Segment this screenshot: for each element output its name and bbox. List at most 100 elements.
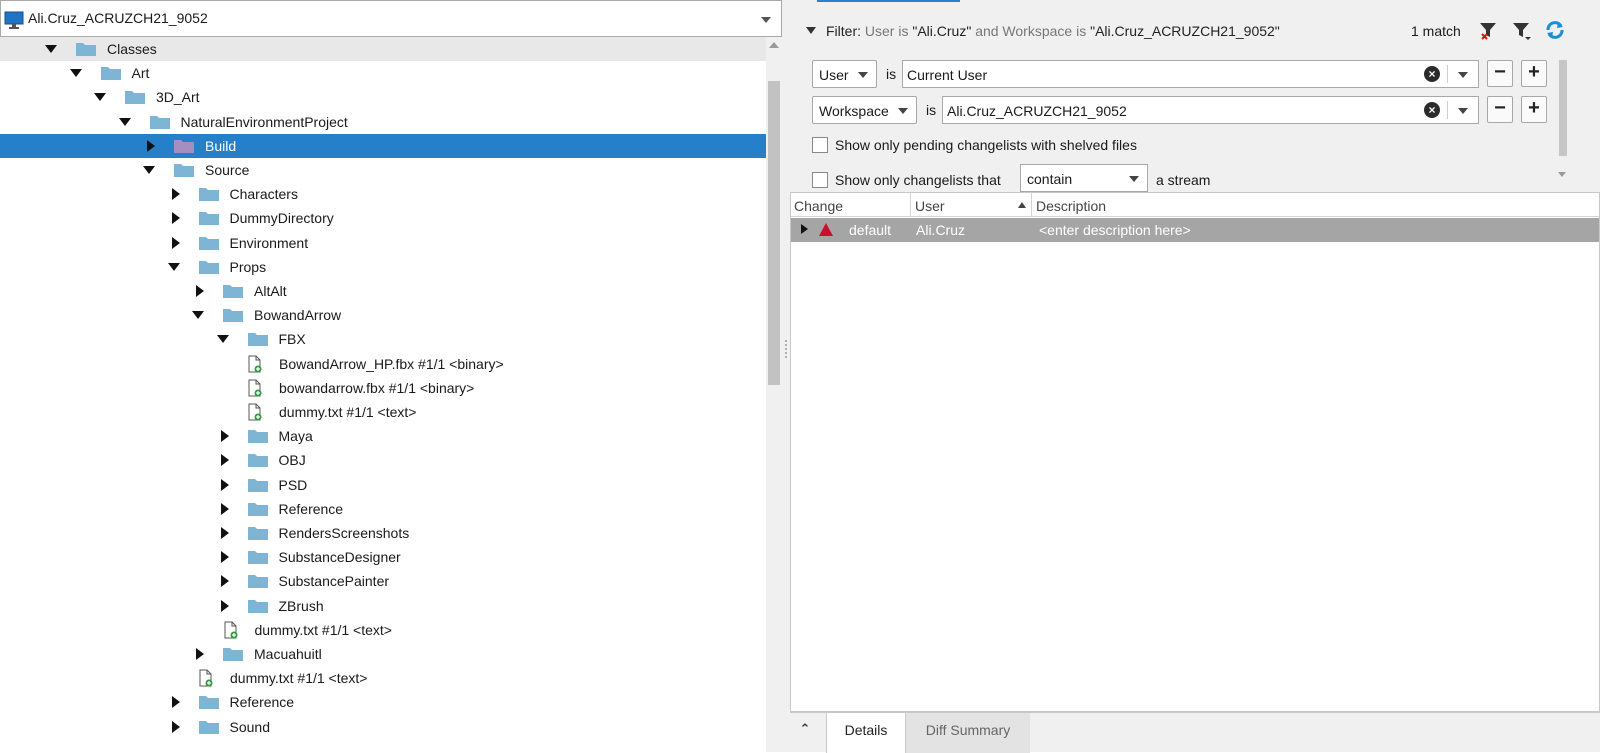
tree-file-row[interactable]: BowandArrow_HP.fbx #1/1 <binary> (0, 352, 766, 376)
collapsed-arrow-icon[interactable] (220, 430, 229, 443)
filter-scrollbar[interactable] (1558, 58, 1568, 182)
tree-folder-row[interactable]: Environment (0, 231, 766, 255)
tree-folder-row[interactable]: FBX (0, 327, 766, 351)
tree-folder-row[interactable]: Source (0, 158, 766, 182)
collapse-panel-icon[interactable]: ⌃ (795, 719, 815, 739)
collapsed-arrow-icon[interactable] (171, 236, 180, 249)
tree-folder-row[interactable]: Sound (0, 715, 766, 739)
expanded-arrow-icon[interactable] (167, 262, 180, 271)
panel-splitter[interactable] (782, 0, 790, 752)
column-divider[interactable] (1031, 193, 1032, 217)
expanded-arrow-icon[interactable] (143, 166, 155, 174)
collapsed-arrow-icon[interactable] (220, 527, 229, 539)
tree-folder-row[interactable]: ZBrush (0, 594, 766, 618)
stream-checkbox[interactable] (812, 172, 828, 188)
collapsed-arrow-icon[interactable] (147, 139, 155, 152)
tree-folder-row[interactable]: PSD (0, 473, 766, 497)
tree-scrollbar[interactable] (766, 37, 782, 752)
collapsed-arrow-icon[interactable] (171, 696, 180, 709)
expand-row-icon[interactable] (801, 224, 808, 234)
tree-item-label: dummy.txt #1/1 <text> (254, 621, 392, 638)
collapsed-arrow-icon[interactable] (220, 454, 229, 467)
workspace-selector[interactable]: Ali.Cruz_ACRUZCH21_9052 (0, 0, 782, 37)
splitter-grip[interactable] (785, 340, 787, 358)
collapsed-arrow-icon[interactable] (220, 575, 229, 588)
shelved-files-checkbox[interactable] (812, 137, 828, 153)
depot-tree[interactable]: Classes Art 3D_Art NaturalEnvironmentProjec… (0, 37, 766, 752)
chevron-down-icon[interactable] (1458, 72, 1468, 78)
stream-mode-select[interactable]: contain (1020, 164, 1148, 192)
remove-criteria-button[interactable]: − (1487, 60, 1513, 87)
tree-folder-row[interactable]: Maya (0, 424, 766, 448)
tree-folder-row[interactable]: AltAlt (0, 279, 766, 303)
scrollbar-thumb[interactable] (768, 81, 780, 385)
collapsed-arrow-icon[interactable] (220, 599, 229, 612)
folder-icon (198, 186, 220, 205)
value-input-workspace[interactable]: Ali.Cruz_ACRUZCH21_9052 × (942, 96, 1479, 124)
expanded-arrow-icon[interactable] (94, 93, 106, 102)
tree-folder-row[interactable]: SubstancePainter (0, 569, 766, 593)
tree-folder-row[interactable]: Props (0, 255, 766, 279)
field-select-user[interactable]: User (812, 60, 877, 88)
scrollbar-thumb[interactable] (1559, 60, 1567, 156)
expanded-arrow-icon[interactable] (45, 45, 57, 53)
clear-value-icon[interactable]: × (1424, 66, 1440, 82)
tree-item-label: 3D_Art (156, 89, 200, 106)
tree-folder-row[interactable]: 3D_Art (0, 85, 766, 109)
scroll-down-icon[interactable] (1558, 172, 1566, 177)
tree-item-label: Props (229, 258, 267, 275)
tree-item-label: Sound (229, 718, 270, 735)
tree-file-row[interactable]: dummy.txt #1/1 <text> (0, 666, 766, 690)
tab-details[interactable]: Details (826, 713, 906, 753)
refresh-icon[interactable] (1544, 19, 1566, 41)
tree-file-row[interactable]: dummy.txt #1/1 <text> (0, 400, 766, 424)
tab-diff-summary[interactable]: Diff Summary (906, 713, 1030, 753)
tree-folder-row[interactable]: OBJ (0, 448, 766, 472)
tree-folder-row[interactable]: Classes (0, 37, 766, 61)
tree-folder-row[interactable]: Reference (0, 497, 766, 521)
add-criteria-button[interactable]: + (1521, 60, 1547, 87)
clear-filter-icon[interactable] (1477, 19, 1499, 41)
field-select-workspace[interactable]: Workspace (812, 96, 917, 124)
expanded-arrow-icon[interactable] (69, 69, 82, 78)
collapsed-arrow-icon[interactable] (171, 212, 180, 225)
tree-file-row[interactable]: dummy.txt #1/1 <text> (0, 618, 766, 642)
expanded-arrow-icon[interactable] (118, 117, 131, 126)
clear-value-icon[interactable]: × (1424, 102, 1440, 118)
column-divider[interactable] (910, 193, 911, 217)
collapsed-arrow-icon[interactable] (196, 648, 204, 660)
expanded-arrow-icon[interactable] (216, 335, 229, 344)
column-header-description[interactable]: Description (1036, 198, 1106, 214)
chevron-down-icon[interactable] (761, 17, 771, 23)
tree-folder-row[interactable]: Characters (0, 182, 766, 206)
filter-text-a: User is (864, 23, 909, 39)
tree-folder-row[interactable]: DummyDirectory (0, 206, 766, 230)
collapsed-arrow-icon[interactable] (196, 285, 204, 297)
operator-label: is (926, 102, 937, 118)
tree-folder-row[interactable]: NaturalEnvironmentProject (0, 110, 766, 134)
tree-folder-row[interactable]: BowandArrow (0, 303, 766, 327)
tree-folder-row[interactable]: SubstanceDesigner (0, 545, 766, 569)
scroll-up-icon[interactable] (769, 42, 779, 48)
filter-menu-icon[interactable] (1510, 19, 1532, 41)
collapse-filter-icon[interactable] (806, 27, 816, 34)
remove-criteria-button[interactable]: − (1487, 96, 1513, 123)
tree-folder-row[interactable]: Macuahuitl (0, 642, 766, 666)
tree-folder-row[interactable]: RendersScreenshots (0, 521, 766, 545)
collapsed-arrow-icon[interactable] (220, 551, 229, 564)
tree-folder-row[interactable]: Art (0, 61, 766, 85)
expanded-arrow-icon[interactable] (192, 311, 204, 320)
value-input-user[interactable]: Current User × (902, 60, 1479, 88)
collapsed-arrow-icon[interactable] (171, 188, 180, 201)
tree-folder-row[interactable]: Reference (0, 690, 766, 714)
collapsed-arrow-icon[interactable] (220, 478, 229, 491)
column-header-user[interactable]: User (915, 198, 945, 214)
table-row[interactable]: default Ali.Cruz <enter description here… (791, 218, 1599, 242)
add-criteria-button[interactable]: + (1521, 96, 1547, 123)
collapsed-arrow-icon[interactable] (171, 720, 180, 733)
column-header-change[interactable]: Change (794, 198, 843, 214)
tree-file-row[interactable]: bowandarrow.fbx #1/1 <binary> (0, 376, 766, 400)
chevron-down-icon[interactable] (1458, 108, 1468, 114)
collapsed-arrow-icon[interactable] (220, 502, 229, 515)
tree-folder-row[interactable]: Build (0, 133, 766, 158)
